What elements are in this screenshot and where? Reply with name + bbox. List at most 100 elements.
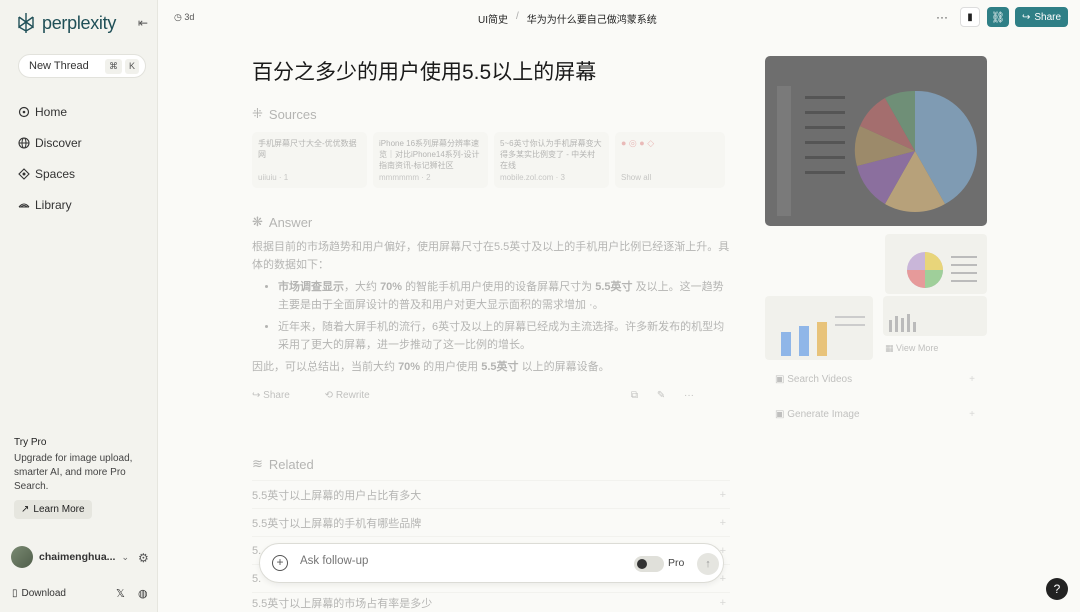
- learn-more-label: Learn More: [33, 504, 85, 515]
- learn-more-button[interactable]: ↗ Learn More: [14, 500, 92, 519]
- answer-intro: 根据目前的市场趋势和用户偏好，使用屏幕尺寸在5.5英寸及以上的手机用户比例已经逐…: [252, 241, 730, 271]
- plus-icon: +: [719, 516, 726, 529]
- new-thread-label: New Thread: [29, 60, 89, 72]
- image-thumbnail[interactable]: [883, 296, 987, 336]
- sidebar-item-library[interactable]: Library: [18, 189, 82, 220]
- image-thumbnail[interactable]: [765, 296, 873, 360]
- share-icon: ↪: [1021, 11, 1031, 23]
- x-icon[interactable]: 𝕏: [116, 587, 125, 600]
- answer-icon: ❋: [252, 214, 263, 229]
- arrow-up-icon: ↑: [705, 558, 711, 570]
- logo[interactable]: perplexity: [16, 12, 116, 34]
- discord-icon[interactable]: ◍: [138, 587, 148, 600]
- download-link[interactable]: Download: [22, 588, 66, 599]
- cmd-key: ⌘: [104, 59, 122, 74]
- pro-label: Pro: [668, 557, 685, 569]
- copy-icon[interactable]: ⧉: [631, 390, 638, 401]
- share-label: Share: [1034, 11, 1062, 23]
- breadcrumb-space[interactable]: UI简史: [478, 11, 508, 26]
- image-icon: ▣: [775, 409, 785, 420]
- sidebar-item-spaces[interactable]: Spaces: [18, 158, 82, 189]
- related-item[interactable]: 5.5英寸以上屏幕的市场占有率是多少 +: [252, 592, 730, 612]
- copy-link-button[interactable]: ⛓: [987, 7, 1009, 27]
- source-card[interactable]: 5~6英寸你认为手机屏幕变大得多某实比例变了 - 中关村在线 mobile.zo…: [494, 132, 609, 188]
- image-thumbnail[interactable]: [885, 234, 987, 294]
- source-title: iPhone 16系列屏幕分辨率速览｜对比iPhone14系列-设计指南资讯-标…: [379, 139, 480, 170]
- globe-icon: [18, 136, 30, 149]
- sources-heading: ⁜ Sources: [252, 106, 317, 122]
- answer-heading: ❋ Answer: [252, 214, 312, 230]
- sidebar-item-label: Spaces: [35, 166, 76, 181]
- source-card[interactable]: 手机屏幕尺寸大全-优优数据网 uiiuiu · 1: [252, 132, 367, 188]
- answer-tools: ⧉ ✎ ···: [631, 390, 710, 401]
- answer-bullet: 市场调查显示，大约 70% 的智能手机用户使用的设备屏幕尺寸为 5.5英寸 及以…: [278, 278, 732, 314]
- video-icon: ▣: [775, 374, 785, 385]
- source-meta: mobile.zol.com · 3: [500, 173, 565, 182]
- breadcrumb-separator: /: [516, 11, 519, 22]
- pie-chart-graphic: [777, 86, 977, 216]
- pro-toggle[interactable]: [634, 556, 664, 572]
- plus-icon: +: [969, 409, 975, 420]
- collapse-sidebar-icon[interactable]: ⇤: [138, 16, 148, 30]
- thread-age: ◷ 3d: [174, 12, 194, 23]
- show-all-sources[interactable]: ● ◎ ● ◇ Show all: [615, 132, 725, 188]
- answer-bullet: 近年来，随着大屏手机的流行，6英寸及以上的屏幕已经成为主流选择。许多新发布的机型…: [278, 318, 732, 354]
- username: chaimenghua...: [39, 551, 116, 563]
- source-title: 5~6英寸你认为手机屏幕变大得多某实比例变了 - 中关村在线: [500, 139, 602, 170]
- bookmark-button[interactable]: ▮: [960, 7, 980, 27]
- sources-icon: ⁜: [252, 106, 263, 121]
- sidebar-item-label: Discover: [35, 135, 82, 150]
- sidebar-footer: ▯ Download 𝕏 ◍: [12, 587, 152, 600]
- follow-up-input[interactable]: [300, 555, 600, 567]
- sidebar-item-label: Home: [35, 104, 68, 119]
- more-options-icon[interactable]: ···: [936, 10, 948, 24]
- share-button[interactable]: ↪ Share: [1015, 7, 1068, 27]
- avatar: [11, 546, 33, 568]
- rewrite-button[interactable]: ⟲ Rewrite: [325, 390, 386, 401]
- thread-age-value: 3d: [184, 12, 195, 22]
- new-thread-button[interactable]: New Thread ⌘ K: [18, 54, 146, 78]
- toggle-knob: [637, 559, 647, 569]
- pie-chart-image[interactable]: [765, 56, 987, 226]
- answer-list: 市场调查显示，大约 70% 的智能手机用户使用的设备屏幕尺寸为 5.5英寸 及以…: [278, 278, 732, 354]
- send-button[interactable]: ↑: [697, 553, 719, 575]
- help-button[interactable]: ?: [1046, 578, 1068, 600]
- source-card[interactable]: iPhone 16系列屏幕分辨率速览｜对比iPhone14系列-设计指南资讯-标…: [373, 132, 488, 188]
- show-all-label: Show all: [621, 173, 652, 182]
- generate-image-button[interactable]: ▣ Generate Image +: [775, 409, 975, 420]
- plus-icon: +: [719, 596, 726, 609]
- try-pro-title: Try Pro: [14, 437, 47, 448]
- bar-thumbnail-graphic: [889, 314, 916, 332]
- question-icon: ?: [1053, 582, 1061, 596]
- plus-icon: +: [719, 572, 726, 585]
- view-more-button[interactable]: ▦ View More: [885, 343, 938, 354]
- logo-text: perplexity: [42, 12, 117, 33]
- plus-icon: +: [969, 374, 975, 385]
- try-pro-panel: Try Pro Upgrade for image upload, smarte…: [14, 437, 144, 519]
- user-menu[interactable]: chaimenghua... ⌄: [11, 546, 129, 568]
- sidebar-nav: Home Discover Spaces Library: [18, 96, 82, 220]
- bookmark-icon: ▮: [967, 11, 973, 23]
- search-videos-button[interactable]: ▣ Search Videos +: [775, 374, 975, 385]
- attach-plus-icon[interactable]: +: [272, 555, 288, 571]
- related-item[interactable]: 5.5英寸以上屏幕的手机有哪些品牌 +: [252, 508, 730, 536]
- spaces-icon: [18, 167, 30, 180]
- sidebar-item-home[interactable]: Home: [18, 96, 82, 127]
- download-icon: ▯: [12, 588, 18, 599]
- answer-label: Answer: [268, 214, 313, 230]
- clock-icon: ◷: [174, 12, 182, 22]
- share-answer-button[interactable]: ↪ Share: [252, 390, 306, 401]
- edit-icon[interactable]: ✎: [657, 390, 665, 401]
- source-meta: mmmmmm · 2: [379, 173, 431, 182]
- related-item[interactable]: 5.5英寸以上屏幕的用户占比有多大 +: [252, 480, 730, 508]
- gear-icon[interactable]: ⚙: [138, 551, 149, 565]
- source-title: 手机屏幕尺寸大全-优优数据网: [258, 139, 357, 159]
- breadcrumb-thread[interactable]: 华为为什么要自己做鸿蒙系统: [527, 11, 657, 26]
- bar-thumbnail-graphic: [781, 316, 865, 356]
- header: ◷ 3d UI简史 / 华为为什么要自己做鸿蒙系统 ··· ▮ ⛓ ↪ Shar…: [158, 0, 1080, 36]
- more-icon[interactable]: ···: [684, 390, 694, 401]
- related-icon: ≋: [252, 456, 263, 471]
- sidebar-item-discover[interactable]: Discover: [18, 127, 82, 158]
- follow-up-bar: + Pro ↑: [259, 543, 724, 583]
- pie-thumbnail-graphic: [907, 252, 977, 288]
